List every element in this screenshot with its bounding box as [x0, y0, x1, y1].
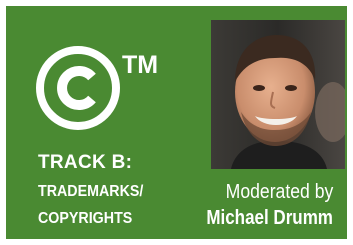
- moderated-by-label: Moderated by: [225, 181, 333, 203]
- moderator-photo: [211, 20, 345, 169]
- trademark-symbol: TM: [122, 51, 159, 79]
- track-title-line-2: COPYRIGHTS: [38, 210, 133, 227]
- copyright-icon: [36, 46, 120, 130]
- moderator-name: Michael Drumm: [206, 207, 333, 229]
- track-label: TRACK B:: [38, 152, 133, 173]
- session-card: TM TRACK B: TRADEMARKS/ COPYRIGHTS Moder…: [6, 6, 347, 239]
- track-title-line-1: TRADEMARKS/: [38, 183, 144, 200]
